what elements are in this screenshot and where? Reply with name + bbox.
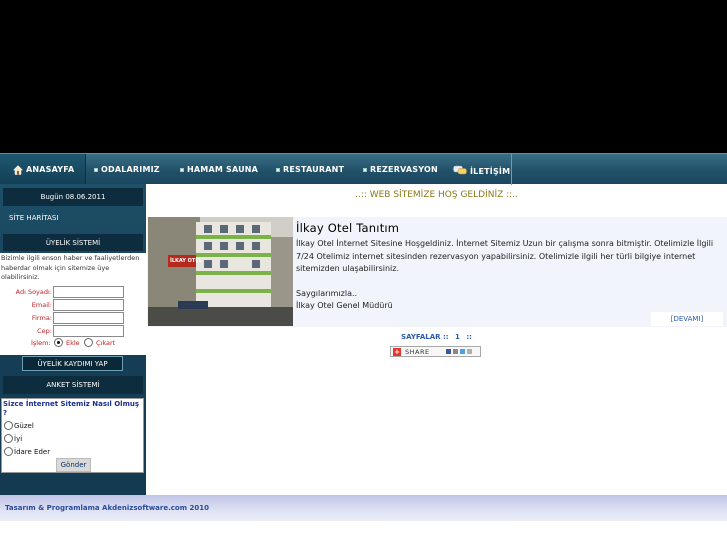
nav-label: ODALARIMIZ bbox=[101, 165, 160, 174]
nav-label: İLETİŞİM bbox=[470, 167, 511, 176]
action-add-radio[interactable] bbox=[54, 338, 63, 347]
article-body: İlkay Otel İnternet Sitesine Hoşgeldiniz… bbox=[296, 238, 724, 313]
date-text: Bugün 08.06.2011 bbox=[40, 193, 106, 201]
mobile-field[interactable] bbox=[53, 325, 124, 337]
nav-item-contact[interactable]: İLETİŞİM bbox=[453, 154, 510, 185]
survey-submit-button[interactable]: Gönder bbox=[56, 458, 91, 472]
survey-question: Sizce İnternet Sitemiz Nasıl Olmuş ? bbox=[3, 400, 140, 417]
action-label: İşlem: bbox=[31, 339, 51, 347]
sitemap-label: SİTE HARİTASI bbox=[9, 214, 59, 222]
share-button[interactable]: + SHARE bbox=[390, 346, 481, 357]
welcome-banner: ..:: WEB SİTEMİZE HOŞ GELDİNİZ ::.. bbox=[355, 190, 518, 200]
twitter-icon bbox=[460, 349, 465, 354]
company-label: Firma: bbox=[31, 314, 52, 322]
footer-credit[interactable]: Tasarım & Programlama Akdenizsoftware.co… bbox=[5, 504, 209, 512]
date-display: Bugün 08.06.2011 bbox=[3, 188, 143, 206]
article-signature: İlkay Otel Genel Müdürü bbox=[296, 301, 393, 310]
nav-item-home[interactable]: ANASAYFA bbox=[0, 154, 86, 185]
survey-header: ANKET SİSTEMİ bbox=[3, 376, 143, 394]
article-signature: Saygılarımızla.. bbox=[296, 288, 358, 298]
read-more-link[interactable]: [DEVAMI] bbox=[651, 312, 723, 326]
action-add-label: Ekle bbox=[66, 339, 80, 347]
name-field[interactable] bbox=[53, 286, 124, 298]
register-button[interactable]: ÜYELİK KAYDIMI YAP bbox=[22, 356, 123, 371]
register-label: ÜYELİK KAYDIMI YAP bbox=[37, 359, 108, 368]
hotel-photo: İLKAY OTEL bbox=[148, 217, 293, 326]
sitemap-link[interactable]: SİTE HARİTASI bbox=[9, 214, 58, 222]
bullet-icon bbox=[363, 167, 367, 172]
company-field[interactable] bbox=[53, 312, 124, 324]
hotel-sign-text: İLKAY OTEL bbox=[170, 258, 202, 264]
nav-label: REZERVASYON bbox=[370, 165, 438, 174]
more-share-icon bbox=[467, 349, 472, 354]
survey-title: ANKET SİSTEMİ bbox=[46, 381, 100, 389]
membership-header: ÜYELİK SİSTEMİ bbox=[3, 234, 143, 251]
nav-item-hamam-sauna[interactable]: HAMAM SAUNA bbox=[180, 154, 258, 185]
header-banner bbox=[0, 0, 727, 153]
contact-icon bbox=[453, 165, 467, 174]
mobile-label: Cep: bbox=[37, 327, 52, 335]
article-title: İlkay Otel Tanıtım bbox=[296, 221, 400, 235]
mobile-row: Cep: bbox=[0, 325, 146, 337]
survey-option-label: İyi bbox=[14, 435, 23, 443]
survey-option-label: Güzel bbox=[14, 422, 34, 430]
bookmark-icon bbox=[453, 349, 458, 354]
survey-option-label: İdare Eder bbox=[14, 448, 51, 456]
action-remove-radio[interactable] bbox=[84, 338, 93, 347]
bullet-icon bbox=[180, 167, 184, 172]
footer: Tasarım & Programlama Akdenizsoftware.co… bbox=[0, 495, 727, 521]
nav-item-reservation[interactable]: REZERVASYON bbox=[363, 154, 438, 185]
survey-radio[interactable] bbox=[4, 421, 13, 430]
nav-label: ANASAYFA bbox=[26, 165, 75, 174]
page: ANASAYFA ODALARIMIZ HAMAM SAUNA RESTAURA… bbox=[0, 0, 727, 545]
email-label: Email: bbox=[31, 301, 52, 309]
membership-description: Bizimle ilgili enson haber ve faaliyetle… bbox=[1, 254, 140, 281]
nav-label: HAMAM SAUNA bbox=[187, 165, 259, 174]
home-icon bbox=[13, 164, 23, 175]
share-label: SHARE bbox=[405, 348, 430, 356]
article-card: İLKAY OTEL İlkay Otel Tanıtım İlkay Otel… bbox=[147, 217, 727, 327]
survey-radio[interactable] bbox=[4, 434, 13, 443]
facebook-icon bbox=[446, 349, 451, 354]
pager-suffix: :: bbox=[466, 333, 472, 341]
pager-page-link[interactable]: 1 bbox=[455, 333, 460, 341]
membership-title: ÜYELİK SİSTEMİ bbox=[45, 238, 101, 247]
email-field[interactable] bbox=[53, 299, 124, 311]
survey-radio[interactable] bbox=[4, 447, 13, 456]
action-row: İşlem: Ekle Çıkart bbox=[0, 337, 146, 349]
nav-item-restaurant[interactable]: RESTAURANT bbox=[276, 154, 344, 185]
company-row: Firma: bbox=[0, 312, 146, 324]
name-row: Adı Soyadı: bbox=[0, 286, 146, 298]
article-paragraph: İlkay Otel İnternet Sitesine Hoşgeldiniz… bbox=[296, 239, 714, 273]
nav-label: RESTAURANT bbox=[283, 165, 345, 174]
name-label: Adı Soyadı: bbox=[15, 288, 52, 296]
nav-divider bbox=[511, 154, 512, 185]
pager-label: SAYFALAR :: bbox=[401, 333, 449, 341]
pagination: SAYFALAR :: 1 :: bbox=[146, 333, 727, 341]
bullet-icon bbox=[94, 167, 98, 172]
email-row: Email: bbox=[0, 299, 146, 311]
survey-box: Sizce İnternet Sitemiz Nasıl Olmuş ? Güz… bbox=[1, 398, 144, 473]
action-remove-label: Çıkart bbox=[96, 339, 116, 347]
bullet-icon bbox=[276, 167, 280, 172]
nav-item-rooms[interactable]: ODALARIMIZ bbox=[94, 154, 160, 185]
main-nav: ANASAYFA ODALARIMIZ HAMAM SAUNA RESTAURA… bbox=[0, 153, 727, 185]
share-plus-icon: + bbox=[393, 348, 401, 356]
